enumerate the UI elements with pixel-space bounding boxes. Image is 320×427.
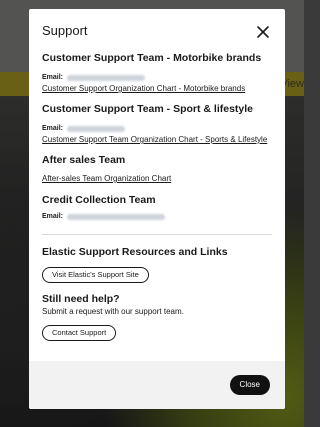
redacted-email[interactable] (67, 75, 146, 81)
email-row: Email: (42, 73, 272, 83)
section-title: Elastic Support Resources and Links (42, 246, 228, 258)
section-motorbike-support: Customer Support Team - Motorbike brands… (42, 52, 272, 94)
modal-footer: Close (29, 361, 285, 409)
section-still-need-help: Still need help? Submit a request with o… (42, 293, 272, 341)
email-row: Email: (42, 124, 272, 134)
close-button[interactable]: Close (229, 375, 270, 395)
email-label: Email: (42, 74, 64, 81)
email-row: Email: (42, 212, 272, 222)
visit-support-site-button[interactable]: Visit Elastic's Support Site (42, 267, 149, 283)
close-icon-button[interactable] (253, 22, 273, 42)
close-icon (257, 26, 269, 38)
contact-support-button[interactable]: Contact Support (42, 325, 117, 341)
support-modal: Support Customer Support Team - Motorbik… (29, 9, 285, 409)
section-credit-collection: Credit Collection Team Email: (42, 194, 272, 222)
section-title: Customer Support Team - Sport & lifestyl… (42, 103, 253, 115)
modal-content: Customer Support Team - Motorbike brands… (42, 52, 272, 341)
section-title: After sales Team (42, 154, 126, 166)
modal-header: Support (42, 22, 273, 42)
section-after-sales: After sales Team After-sales Team Organi… (42, 154, 272, 184)
redacted-email[interactable] (67, 214, 166, 220)
section-sport-lifestyle-support: Customer Support Team - Sport & lifestyl… (42, 103, 272, 145)
section-title: Customer Support Team - Motorbike brands (42, 52, 262, 64)
email-label: Email: (42, 125, 64, 132)
modal-title: Support (42, 23, 88, 38)
email-label: Email: (42, 213, 64, 220)
redacted-email[interactable] (67, 126, 126, 132)
org-chart-link-sport-lifestyle[interactable]: Customer Support Team Organization Chart… (42, 134, 272, 145)
section-support-resources: Elastic Support Resources and Links Visi… (42, 246, 272, 283)
section-title: Still need help? (42, 293, 120, 305)
org-chart-link-motorbike[interactable]: Customer Support Organization Chart - Mo… (42, 83, 272, 94)
org-chart-link-after-sales[interactable]: After-sales Team Organization Chart (42, 173, 272, 184)
section-title: Credit Collection Team (42, 194, 156, 206)
help-description: Submit a request with our support team. (42, 307, 184, 316)
